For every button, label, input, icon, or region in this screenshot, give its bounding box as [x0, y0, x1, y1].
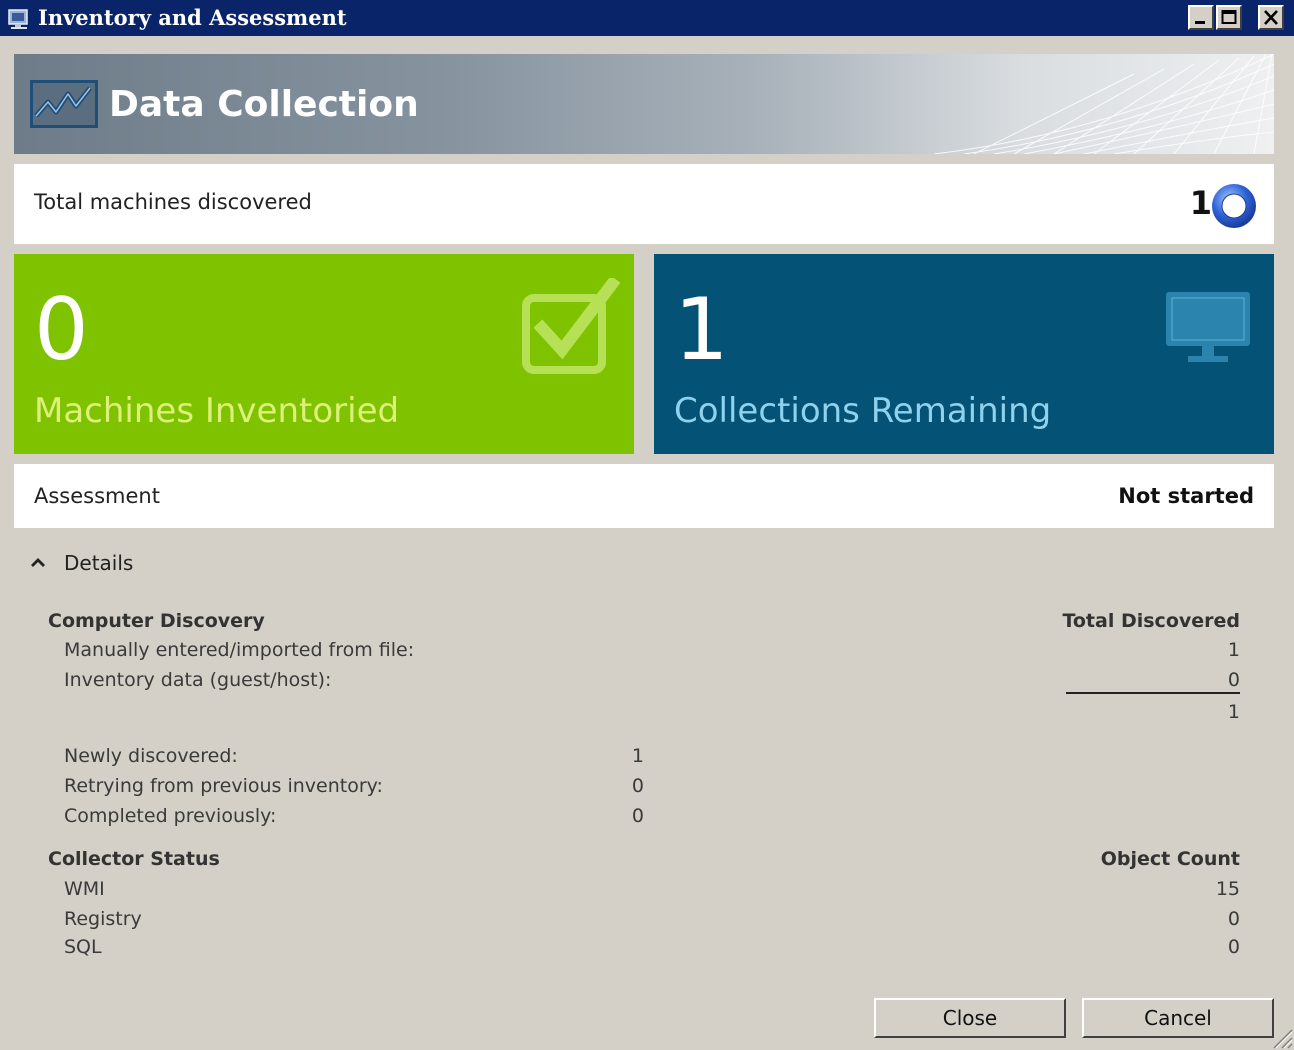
collector-row-label: WMI	[64, 878, 105, 900]
total-discovered-heading: Total Discovered	[1062, 610, 1240, 632]
progress-ring-icon	[1212, 184, 1256, 228]
discovery-total-value: 1	[1227, 701, 1240, 723]
total-machines-label: Total machines discovered	[34, 190, 312, 214]
status-row-label: Retrying from previous inventory:	[64, 775, 383, 797]
total-machines-row: Total machines discovered 1	[14, 164, 1274, 244]
details-toggle[interactable]: Details	[28, 548, 133, 578]
discovery-row-value: 0	[1227, 669, 1240, 691]
cancel-button[interactable]: Cancel	[1082, 998, 1274, 1038]
collections-remaining-tile: 1 Collections Remaining	[654, 254, 1274, 454]
collector-row-value: 15	[1215, 878, 1240, 900]
close-window-button[interactable]	[1258, 5, 1284, 30]
status-row-label: Newly discovered:	[64, 745, 238, 767]
collections-remaining-label: Collections Remaining	[674, 391, 1052, 431]
details-label: Details	[64, 551, 134, 575]
maximize-button[interactable]	[1216, 5, 1242, 30]
sum-divider	[1066, 692, 1240, 694]
object-count-heading: Object Count	[1100, 848, 1240, 870]
line-chart-icon	[30, 80, 98, 128]
status-row-value: 0	[631, 775, 644, 797]
resize-grip-icon[interactable]	[1264, 1020, 1294, 1050]
maximize-icon	[1221, 10, 1237, 24]
assessment-row: Assessment Not started	[14, 464, 1274, 528]
status-row-label: Completed previously:	[64, 805, 277, 827]
status-row-value: 1	[631, 745, 644, 767]
collector-status-heading: Collector Status	[48, 848, 220, 870]
discovery-row-value: 1	[1227, 639, 1240, 661]
decorative-mesh	[934, 54, 1274, 154]
minimize-icon	[1195, 21, 1205, 24]
collector-row-value: 0	[1227, 908, 1240, 930]
total-machines-value: 1	[1189, 184, 1212, 222]
window-title: Inventory and Assessment	[38, 5, 347, 30]
minimize-button[interactable]	[1188, 5, 1214, 30]
checkbox-checked-icon	[522, 278, 620, 374]
close-icon	[1264, 10, 1278, 25]
machines-inventoried-tile: 0 Machines Inventoried	[14, 254, 634, 454]
collector-row-label: Registry	[64, 908, 142, 930]
monitor-icon	[1166, 292, 1250, 362]
chevron-up-icon	[31, 558, 45, 567]
assessment-label: Assessment	[34, 484, 160, 508]
app-icon	[8, 9, 28, 29]
discovery-row-label: Inventory data (guest/host):	[64, 669, 332, 691]
title-bar: Inventory and Assessment	[0, 0, 1294, 36]
collections-remaining-count: 1	[674, 280, 729, 380]
discovery-row-label: Manually entered/imported from file:	[64, 639, 415, 661]
machines-inventoried-label: Machines Inventoried	[34, 391, 400, 431]
computer-discovery-heading: Computer Discovery	[48, 610, 265, 632]
status-row-value: 0	[631, 805, 644, 827]
collector-row-label: SQL	[64, 936, 102, 958]
header-banner: Data Collection	[14, 54, 1274, 154]
collector-row-value: 0	[1227, 936, 1240, 958]
close-button[interactable]: Close	[874, 998, 1066, 1038]
page-title: Data Collection	[109, 84, 419, 125]
machines-inventoried-count: 0	[34, 280, 89, 380]
assessment-status: Not started	[1118, 484, 1254, 508]
